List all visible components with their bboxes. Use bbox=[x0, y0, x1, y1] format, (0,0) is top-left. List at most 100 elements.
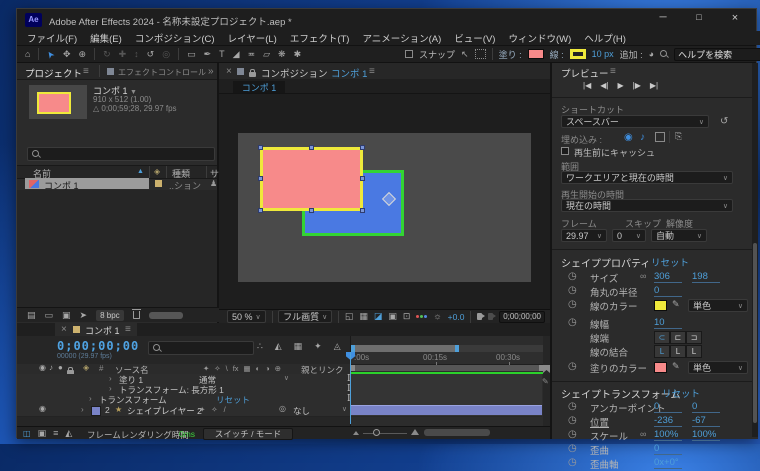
guides-icon[interactable]: ⊡ bbox=[403, 312, 411, 321]
proxy-icon[interactable]: ➤ bbox=[80, 311, 88, 320]
frame-blend-icon[interactable]: ▦ bbox=[244, 364, 251, 373]
layer-duration-bar[interactable] bbox=[350, 405, 542, 415]
always-preview-icon[interactable]: ◱ bbox=[345, 312, 354, 321]
exposure-icon[interactable]: ☼ bbox=[433, 312, 441, 321]
cap-butt-button[interactable]: ⊂ bbox=[654, 331, 670, 344]
time-ruler[interactable]: :00s 00:15s 00:30s bbox=[351, 352, 543, 365]
channel-settings-icon[interactable] bbox=[416, 315, 427, 318]
home-icon[interactable]: ⌂ bbox=[25, 50, 30, 59]
interpret-footage-icon[interactable]: ▤ bbox=[27, 311, 36, 320]
stopwatch-icon[interactable]: ◷ bbox=[568, 361, 577, 372]
shape-properties-reset[interactable]: リセット bbox=[651, 255, 689, 269]
menu-edit[interactable]: 編集(E) bbox=[90, 31, 122, 45]
position-label[interactable]: 位置 bbox=[590, 415, 609, 429]
help-search-input[interactable] bbox=[674, 48, 760, 61]
layer-row-shape2[interactable]: ◉ › 2 ★ シェイプレイヤー 2 ✦ ✧ / ◎ なし∨ bbox=[17, 404, 350, 417]
navigator-start-handle[interactable] bbox=[351, 345, 355, 352]
fill-color-swatch[interactable] bbox=[528, 49, 544, 59]
stopwatch-icon[interactable]: ◷ bbox=[568, 415, 577, 426]
transparency-grid-icon[interactable]: ▦ bbox=[359, 312, 368, 321]
hide-shy-icon[interactable]: ▦ bbox=[294, 342, 303, 351]
expander-icon[interactable]: › bbox=[81, 405, 84, 414]
cap-projecting-button[interactable]: ⊐ bbox=[686, 331, 702, 344]
magnification-select[interactable]: 50 %∨ bbox=[227, 310, 266, 323]
expander-icon[interactable]: › bbox=[89, 394, 92, 403]
skew-value[interactable]: 0 bbox=[654, 443, 682, 455]
timeline-search-input[interactable] bbox=[148, 341, 254, 355]
parent-select[interactable]: なし∨ bbox=[293, 405, 347, 417]
frame-rate-select[interactable]: 29.97∨ bbox=[561, 229, 607, 242]
label-column-icon[interactable]: ◈ bbox=[83, 364, 89, 372]
viewer-timecode[interactable]: 0;00;00;00 bbox=[499, 311, 545, 323]
range-select[interactable]: ワークエリアと現在の時間∨ bbox=[561, 171, 733, 184]
pen-tool-icon[interactable]: ✒ bbox=[204, 50, 212, 59]
zoom-out-mountain-icon[interactable] bbox=[353, 431, 359, 435]
include-video-icon[interactable]: ◉ bbox=[624, 132, 633, 143]
stroke-width-value[interactable]: 10 bbox=[654, 317, 682, 329]
comp-tab[interactable]: コンポ 1 bbox=[233, 81, 285, 93]
mask-path-visibility-icon[interactable]: ◪ bbox=[374, 312, 383, 321]
camera-tool-icon[interactable]: ◎ bbox=[162, 50, 170, 59]
bit-depth-button[interactable]: 8 bpc bbox=[96, 310, 124, 321]
motion-blur-icon[interactable]: ◐ bbox=[256, 364, 261, 373]
size-x-value[interactable]: 306 bbox=[654, 271, 682, 283]
collapse-icon[interactable]: \ bbox=[226, 364, 228, 373]
prev-frame-button[interactable]: ◀| bbox=[600, 81, 608, 90]
scale-x-value[interactable]: 100% bbox=[654, 429, 682, 441]
new-composition-icon[interactable]: ▣ bbox=[62, 311, 71, 320]
transfer-controls-button[interactable]: ≡ bbox=[53, 429, 58, 438]
stopwatch-icon[interactable]: ◷ bbox=[568, 443, 577, 454]
eyedropper-icon[interactable]: ✎ bbox=[672, 362, 680, 371]
reset-shortcut-icon[interactable]: ↺ bbox=[720, 117, 728, 127]
eraser-tool-icon[interactable]: ▱ bbox=[263, 50, 270, 59]
zoom-tool-icon[interactable]: ⊕ bbox=[79, 50, 87, 59]
snapshot-icon[interactable] bbox=[477, 313, 482, 320]
menu-layer[interactable]: レイヤー(L) bbox=[228, 31, 277, 45]
playhead-line[interactable] bbox=[350, 352, 351, 424]
close-button[interactable]: × bbox=[719, 12, 751, 24]
anchor-x-value[interactable]: 0 bbox=[654, 401, 682, 413]
snap-checkbox[interactable] bbox=[405, 50, 413, 58]
share-icon[interactable]: ⎘ bbox=[675, 132, 682, 141]
shortcut-select[interactable]: スペースバー∨ bbox=[561, 115, 709, 128]
resolution-select[interactable]: 自動∨ bbox=[651, 229, 707, 242]
selection-handle[interactable] bbox=[258, 208, 263, 213]
stopwatch-icon[interactable]: ◷ bbox=[568, 429, 577, 440]
position-y-value[interactable]: -67 bbox=[692, 415, 720, 427]
last-frame-button[interactable]: ▶| bbox=[650, 81, 658, 90]
switch-mode-button[interactable]: スイッチ / モード bbox=[203, 428, 293, 440]
cache-before-playback-checkbox[interactable] bbox=[561, 147, 569, 155]
expander-icon[interactable]: › bbox=[109, 374, 112, 383]
mini-flowchart-icon[interactable]: ∴ bbox=[257, 342, 263, 351]
shy-switch[interactable]: ✧ bbox=[211, 405, 217, 414]
navigator-end-handle[interactable] bbox=[455, 345, 459, 352]
zoom-in-mountain-icon[interactable] bbox=[411, 429, 419, 435]
timeline-horizontal-scrollbar[interactable] bbox=[424, 429, 490, 436]
work-area-start-handle[interactable] bbox=[351, 365, 355, 371]
work-area-bar[interactable] bbox=[351, 365, 543, 371]
menu-window[interactable]: ウィンドウ(W) bbox=[508, 31, 571, 45]
layer-row-track[interactable] bbox=[350, 404, 542, 417]
time-navigator-track[interactable] bbox=[351, 345, 543, 352]
layer-label-swatch[interactable] bbox=[91, 406, 101, 416]
show-snapshot-icon[interactable] bbox=[488, 313, 493, 320]
mask-visibility-icon[interactable] bbox=[475, 49, 486, 59]
rotation-tool-icon[interactable]: ↺ bbox=[147, 50, 155, 59]
timeline-tab-label[interactable]: コンポ 1 bbox=[85, 324, 120, 337]
menu-help[interactable]: ヘルプ(H) bbox=[584, 31, 626, 45]
menu-animation[interactable]: アニメーション(A) bbox=[362, 31, 441, 45]
eyedropper-icon[interactable]: ✎ bbox=[672, 300, 680, 309]
stroke-mode-select[interactable]: 単色∨ bbox=[688, 299, 748, 312]
scale-y-value[interactable]: 100% bbox=[692, 429, 720, 441]
panel-menu-icon[interactable]: ≡ bbox=[610, 66, 616, 77]
join-miter-button[interactable]: L bbox=[654, 345, 670, 358]
pan-camera-tool-icon[interactable]: ✚ bbox=[119, 50, 127, 59]
shape-layer-1-rect[interactable] bbox=[260, 147, 363, 211]
lock-icon[interactable] bbox=[249, 72, 256, 77]
join-bevel-button[interactable]: L bbox=[686, 345, 702, 358]
skew-axis-value[interactable]: 0x+0° bbox=[654, 457, 682, 469]
solo-column-icon[interactable]: ● bbox=[58, 364, 63, 372]
project-search-input[interactable] bbox=[27, 147, 215, 161]
stopwatch-icon[interactable]: ◷ bbox=[568, 457, 577, 468]
include-overlays-icon[interactable] bbox=[655, 132, 665, 142]
